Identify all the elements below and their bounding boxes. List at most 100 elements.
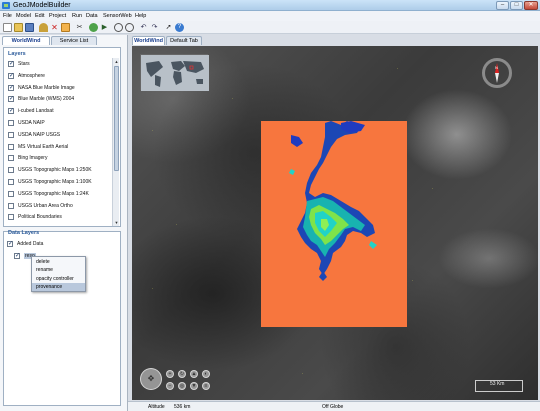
save-icon[interactable]: [25, 23, 34, 32]
place-label: ·: [302, 371, 304, 376]
layer-checkbox[interactable]: [8, 179, 14, 185]
window-title: GeoJModelBuilder: [13, 2, 71, 9]
rotate-control-icon[interactable]: ↻: [178, 370, 186, 378]
layer-row[interactable]: i-cubed Landsat: [8, 107, 112, 118]
layer-label: Political Boundaries: [18, 214, 62, 221]
globe-view[interactable]: · · · · · · · · N ✥ + − ↻ ◎ ▲ ▼ ◐ ≡ 53 K…: [132, 46, 538, 400]
place-label: ·: [232, 96, 234, 101]
layer-checkbox[interactable]: [8, 120, 14, 126]
menu-edit[interactable]: Edit: [35, 13, 44, 19]
layer-label: USGS Topographic Maps 1:100K: [18, 179, 92, 185]
tilt-up-icon[interactable]: ▲: [190, 370, 198, 378]
layer-row[interactable]: MS Virtual Earth Aerial: [8, 143, 112, 154]
tab-worldwind-left[interactable]: WorldWind: [2, 36, 50, 45]
result-raster-overlay[interactable]: [261, 121, 407, 327]
vertical-exag-icon[interactable]: ≡: [202, 382, 210, 390]
layer-checkbox[interactable]: [8, 107, 14, 115]
tilt-down-icon[interactable]: ▼: [190, 382, 198, 390]
place-label: ·: [397, 66, 399, 71]
refresh-icon[interactable]: [89, 23, 98, 32]
zoom-in-icon[interactable]: [114, 23, 123, 32]
layer-checkbox[interactable]: [8, 155, 14, 162]
close-button[interactable]: ✕: [524, 1, 538, 10]
layer-checkbox[interactable]: [8, 131, 14, 138]
layer-label: USGS Urban Area Ortho: [18, 202, 73, 209]
menu-item-delete[interactable]: delete: [32, 258, 85, 266]
menu-run[interactable]: Run: [72, 13, 82, 19]
layer-checkbox[interactable]: [8, 167, 14, 174]
maximize-button[interactable]: □: [510, 1, 523, 10]
tab-service-list[interactable]: Service List: [51, 36, 97, 45]
layer-row[interactable]: Atmosphere: [8, 72, 112, 83]
layer-label: USDA NAIP: [18, 120, 45, 126]
added-data-checkbox[interactable]: [7, 240, 13, 247]
scroll-down-icon[interactable]: ▼: [114, 220, 119, 225]
layer-checkbox[interactable]: [8, 84, 14, 91]
menu-help[interactable]: Help: [135, 13, 146, 19]
menu-file[interactable]: File: [3, 13, 12, 19]
layer-checkbox[interactable]: [8, 60, 14, 67]
reset-view-icon[interactable]: ◎: [178, 382, 186, 390]
left-panel: WorldWind Service List Layers Stars Atmos…: [0, 35, 128, 411]
menu-item-opacity-controller[interactable]: opacity controller: [32, 275, 85, 283]
scale-bar: 53 Km: [475, 380, 523, 392]
place-label: ·: [432, 186, 434, 191]
layer-checkbox[interactable]: [8, 95, 14, 103]
help-icon[interactable]: ?: [175, 23, 184, 32]
run-icon[interactable]: ▶: [100, 23, 109, 32]
fov-icon[interactable]: ◐: [202, 370, 210, 378]
zoom-out-control-icon[interactable]: −: [166, 382, 174, 390]
scissors-icon[interactable]: ✂: [75, 23, 84, 32]
layer-row[interactable]: Political Boundaries: [8, 213, 112, 224]
layer-checkbox[interactable]: [8, 214, 14, 221]
redo-icon[interactable]: ↷: [150, 23, 159, 32]
reso-checkbox[interactable]: [14, 252, 20, 259]
layer-row[interactable]: NASA Blue Marble Image: [8, 84, 112, 95]
layer-row[interactable]: Blue Marble (WMS) 2004: [8, 95, 112, 106]
undo-icon[interactable]: ↶: [139, 23, 148, 32]
toolbar: ✕ ✂ ▶ ↶ ↷ ➚ ?: [0, 21, 540, 34]
layer-row[interactable]: USGS Topographic Maps 1:24K: [8, 190, 112, 201]
copy-icon[interactable]: [61, 23, 70, 32]
pointer-icon[interactable]: ➚: [164, 23, 173, 32]
layer-row[interactable]: USDA NAIP: [8, 119, 112, 130]
added-data-row[interactable]: Added Data: [7, 240, 111, 251]
place-label: ·: [152, 286, 154, 291]
compass-icon[interactable]: N: [482, 58, 512, 88]
layer-checkbox[interactable]: [8, 190, 14, 197]
minimize-button[interactable]: –: [496, 1, 509, 10]
menu-data[interactable]: Data: [86, 13, 98, 19]
layers-scrollbar[interactable]: ▲ ▼: [112, 58, 119, 226]
menu-model[interactable]: Model: [16, 13, 31, 19]
menu-project[interactable]: Project: [49, 13, 66, 19]
new-icon[interactable]: [3, 23, 12, 32]
menu-sensorweb[interactable]: SensorWeb: [103, 13, 132, 19]
layer-row[interactable]: USGS Topographic Maps 1:100K: [8, 178, 112, 189]
world-minimap[interactable]: [140, 54, 209, 91]
layer-label: Bing Imagery: [18, 155, 48, 162]
layer-row[interactable]: USGS Urban Area Ortho: [8, 202, 112, 213]
pan-control-icon[interactable]: ✥: [140, 368, 162, 390]
globe-status: Off Globe: [322, 404, 344, 410]
layer-row[interactable]: Stars: [8, 60, 112, 71]
open-icon[interactable]: [14, 23, 23, 32]
context-menu: delete rename opacity controller provena…: [31, 256, 86, 292]
menu-item-rename[interactable]: rename: [32, 266, 85, 274]
layer-row[interactable]: Bing Imagery: [8, 154, 112, 165]
layer-row[interactable]: USDA NAIP USGS: [8, 131, 112, 142]
layer-checkbox[interactable]: [8, 202, 14, 209]
zoom-out-icon[interactable]: [125, 23, 134, 32]
svg-text:N: N: [495, 65, 498, 70]
tab-default[interactable]: Default Tab: [166, 36, 202, 45]
layer-label: USDA NAIP USGS: [18, 131, 61, 138]
cut-icon[interactable]: ✕: [50, 23, 59, 32]
zoom-in-control-icon[interactable]: +: [166, 370, 174, 378]
scroll-up-icon[interactable]: ▲: [114, 59, 119, 64]
layer-checkbox[interactable]: [8, 72, 14, 79]
menu-item-provenance[interactable]: provenance: [32, 283, 85, 291]
layer-checkbox[interactable]: [8, 143, 14, 150]
scroll-thumb[interactable]: [114, 66, 119, 171]
layer-row[interactable]: USGS Topographic Maps 1:250K: [8, 166, 112, 177]
tab-worldwind-map[interactable]: WorldWind: [132, 36, 165, 45]
up-icon[interactable]: [39, 23, 48, 32]
